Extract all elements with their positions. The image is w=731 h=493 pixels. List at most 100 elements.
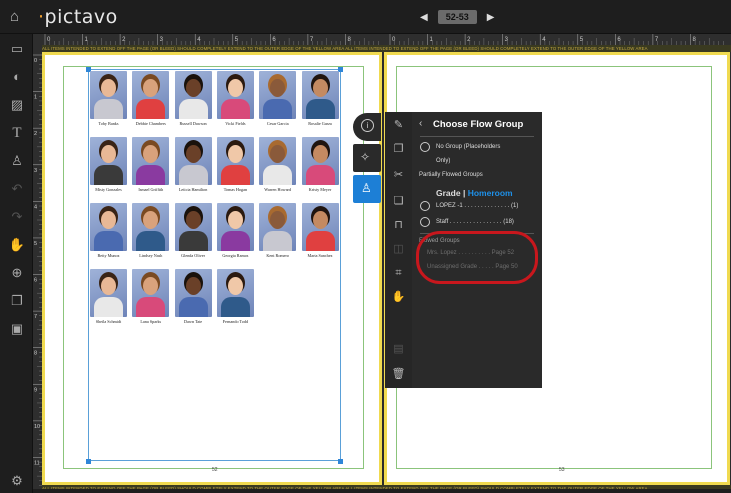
ruler-top-left-label: 3: [160, 37, 164, 43]
student-name: Vicki Fields: [225, 121, 246, 126]
student-name: Kristy Meyer: [308, 187, 332, 192]
portrait-body: [263, 99, 293, 119]
radio-lopez[interactable]: [420, 201, 430, 211]
ruler-top-left-label: 0: [47, 37, 51, 43]
portrait-body: [94, 297, 123, 317]
ruler-left-label: 7: [34, 314, 37, 320]
redo-icon[interactable]: ↷: [8, 208, 26, 226]
student-portrait[interactable]: [301, 203, 339, 251]
tab-grade[interactable]: Grade: [436, 188, 461, 198]
ruler-top-left-label: 1: [85, 37, 89, 43]
portrait-body: [305, 165, 335, 185]
resize-handle-top-right[interactable]: [338, 67, 343, 72]
pan-icon[interactable]: ✋: [391, 290, 406, 305]
crop-icon[interactable]: ⌗: [391, 266, 406, 281]
ruler-left-label: 11: [34, 460, 40, 466]
student-portrait[interactable]: [259, 71, 297, 119]
align-icon[interactable]: ▤: [391, 342, 406, 357]
student-portrait[interactable]: [259, 137, 297, 185]
stamp-icon[interactable]: ♙: [8, 152, 26, 170]
student-portrait[interactable]: [90, 71, 127, 119]
palette-icon[interactable]: ◐: [8, 68, 26, 86]
ruler-top-right-label: 7: [655, 37, 659, 43]
portrait-body: [220, 231, 250, 251]
student-portrait[interactable]: [301, 71, 339, 119]
paste-icon[interactable]: ❏: [391, 194, 406, 209]
back-chevron-icon[interactable]: ‹: [419, 118, 422, 129]
radio-no-group[interactable]: [420, 142, 430, 152]
resize-handle-bottom-right[interactable]: [338, 459, 343, 464]
magic-wand-tab[interactable]: ✧: [353, 144, 381, 172]
resize-handle-bottom-left[interactable]: [86, 459, 91, 464]
ruler-left-label: 5: [34, 241, 37, 247]
zoom-icon[interactable]: ⊕: [8, 264, 26, 282]
student-name: Russell Dawson: [179, 121, 207, 126]
student-portrait[interactable]: [132, 137, 170, 185]
student-portrait[interactable]: [132, 269, 170, 317]
home-icon[interactable]: ⌂: [10, 9, 26, 25]
edit-tool-strip: ✎ ❐ ✂ ❏ ⊓ ◫ ⌗ ✋ ▤ 🗑: [385, 112, 412, 388]
bleed-notice-top: ALL ITEMS INTENDED TO EXTEND OFF THE PAG…: [42, 45, 731, 52]
trash-icon[interactable]: 🗑: [391, 367, 406, 382]
student-name: Debbie Chambers: [135, 121, 166, 126]
student-name: Lana Sparks: [140, 319, 162, 324]
student-portrait[interactable]: [90, 203, 127, 251]
no-group-label[interactable]: No Group (Placeholders: [436, 144, 500, 150]
book-icon[interactable]: ▭: [8, 40, 26, 58]
pencil-icon[interactable]: ✎: [391, 118, 406, 133]
ruler-left-label: 3: [34, 168, 37, 174]
ruler-top-right-label: 2: [467, 37, 471, 43]
ruler-top-right-label: 4: [542, 37, 546, 43]
scissors-icon[interactable]: ✂: [391, 168, 406, 183]
image-icon[interactable]: ▨: [8, 96, 26, 114]
page-indicator[interactable]: 52-53: [437, 10, 477, 24]
student-portrait[interactable]: [132, 203, 170, 251]
info-tab[interactable]: i: [353, 113, 381, 141]
portrait-face: [312, 145, 328, 163]
portrait-face: [185, 277, 201, 295]
save-icon[interactable]: ▣: [8, 320, 26, 338]
settings-icon[interactable]: ⚙: [8, 472, 26, 490]
prev-page-icon[interactable]: ◀: [420, 12, 428, 23]
copy-icon[interactable]: ❐: [391, 142, 406, 157]
pages-icon[interactable]: ❐: [8, 292, 26, 310]
portrait-face: [312, 211, 328, 229]
group-lopez[interactable]: LOPEZ -1 . . . . . . . . . . . . . . (1): [436, 203, 518, 209]
student-portrait[interactable]: [132, 71, 170, 119]
highlight-oval: [416, 231, 538, 284]
student-portrait[interactable]: [174, 269, 212, 317]
student-portrait[interactable]: [301, 137, 339, 185]
student-name: Marta Sanchez: [307, 253, 333, 258]
student-portrait[interactable]: [90, 137, 127, 185]
portrait-face: [185, 145, 201, 163]
next-page-icon[interactable]: ▶: [487, 12, 495, 23]
student-portrait[interactable]: [216, 137, 254, 185]
student-portrait[interactable]: [216, 203, 254, 251]
student-portrait[interactable]: [216, 269, 254, 317]
ruler-left-label: 10: [34, 424, 40, 430]
radio-staff[interactable]: [420, 217, 430, 227]
layer-icon[interactable]: ◫: [391, 242, 406, 257]
portrait-body: [305, 99, 335, 119]
student-portrait[interactable]: [216, 71, 254, 119]
student-portrait[interactable]: [90, 269, 127, 317]
photo-flow-frame[interactable]: [88, 69, 341, 461]
undo-icon[interactable]: ↶: [8, 180, 26, 198]
ruler-top-right-label: 0: [392, 37, 396, 43]
top-bar: ⌂ ·pictavo ◀ 52-53 ▶: [0, 0, 731, 34]
ruler-top-right-label: 6: [617, 37, 621, 43]
flow-group-tab[interactable]: ♙: [353, 175, 381, 203]
hand-icon[interactable]: ✋: [8, 236, 26, 254]
ruler-top-right-label: 8: [692, 37, 696, 43]
group-staff[interactable]: Staff . . . . . . . . . . . . . . . . (1…: [436, 219, 514, 225]
text-icon[interactable]: T: [8, 124, 26, 142]
student-portrait[interactable]: [174, 71, 212, 119]
student-portrait[interactable]: [259, 203, 297, 251]
portrait-body: [220, 297, 250, 317]
portrait-body: [263, 231, 293, 251]
student-portrait[interactable]: [174, 137, 212, 185]
student-portrait[interactable]: [174, 203, 212, 251]
ruler-top-left-label: 6: [272, 37, 276, 43]
tab-homeroom[interactable]: Homeroom: [468, 188, 513, 198]
unlock-icon[interactable]: ⊓: [391, 218, 406, 233]
